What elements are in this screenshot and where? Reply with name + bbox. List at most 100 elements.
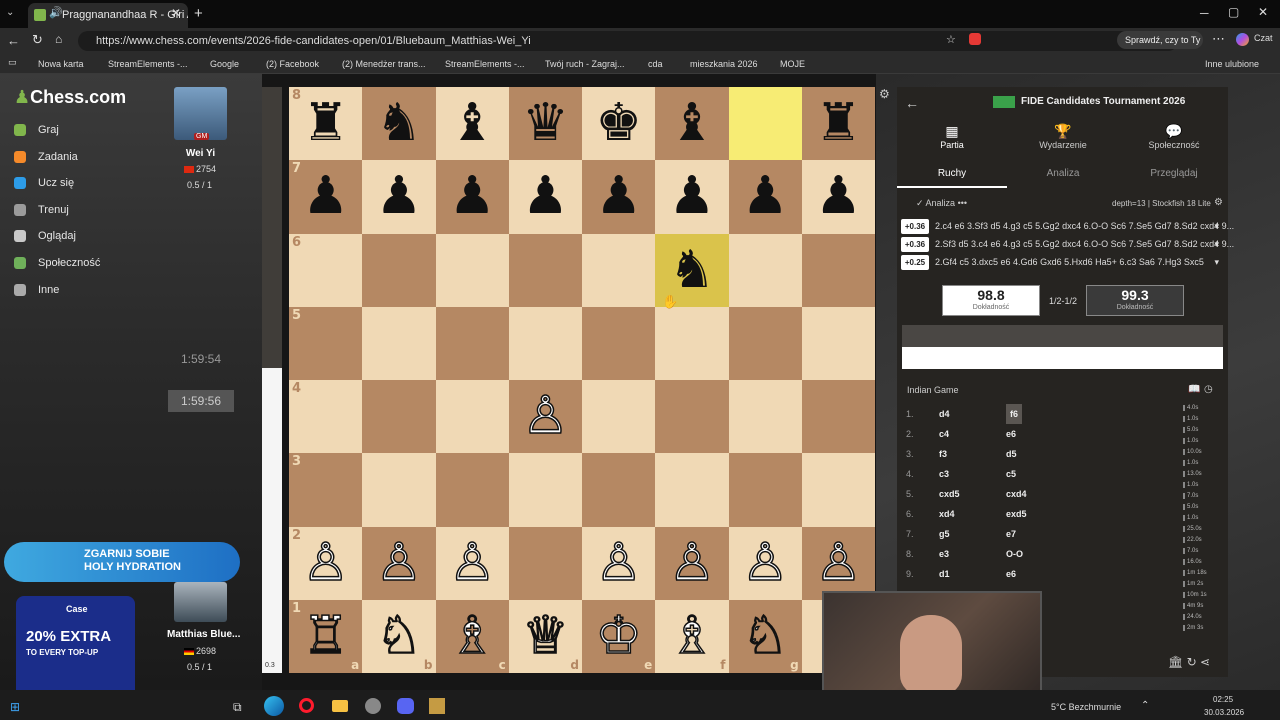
bookmark-item[interactable]: Google	[210, 56, 239, 72]
move-white[interactable]: c3	[939, 464, 949, 484]
chess-board[interactable]: ♜ 8 ♞ ♝ ♛ ♚ ♝ ♜ ♟ 7 ♟ ♟ ♟ ♟ ♟ ♟ ♟ 6 ♞ 5 4 ♙ 3 ♙ 2 ♙ ♙ ♙ ♙ ♙ ♙ ♖ 1 a ♘ b ♗ c ♕ d…	[289, 87, 875, 673]
square-g5[interactable]	[728, 306, 802, 380]
square-a3[interactable]: 3	[289, 453, 363, 527]
clock-icon[interactable]: ◷	[1204, 384, 1213, 395]
move-white[interactable]: e3	[939, 544, 949, 564]
square-e7[interactable]: ♟	[582, 160, 656, 234]
square-c8[interactable]: ♝	[435, 87, 509, 161]
tray-up-icon[interactable]: ⌃	[1141, 700, 1149, 711]
chess-piece[interactable]: ♟	[815, 166, 862, 226]
tab-list-button[interactable]: ⌄	[6, 7, 20, 21]
bookmark-item[interactable]: (2) Facebook	[266, 56, 319, 72]
square-d2[interactable]	[508, 526, 582, 600]
move-white[interactable]: g5	[939, 524, 950, 544]
bookmark-item[interactable]: Nowa karta	[38, 56, 84, 72]
expand-icon[interactable]: ▾	[1214, 255, 1219, 270]
minimize-button[interactable]: ─	[1200, 6, 1209, 20]
move-black[interactable]: e7	[1006, 524, 1016, 544]
chess-piece[interactable]: ♙	[302, 532, 350, 594]
move-white[interactable]: cxd5	[939, 484, 960, 504]
square-b4[interactable]	[362, 380, 436, 454]
opera-icon[interactable]	[299, 698, 314, 713]
bookmark-item[interactable]: mieszkania 2026	[690, 56, 758, 72]
square-h6[interactable]	[801, 233, 875, 307]
sidebar-item[interactable]: Graj	[14, 121, 59, 139]
sidebar-item[interactable]: Ucz się	[14, 174, 74, 192]
square-h3[interactable]	[801, 453, 875, 527]
square-g7[interactable]: ♟	[728, 160, 802, 234]
chess-piece[interactable]: ♙	[448, 532, 496, 594]
square-c1[interactable]: ♗ c	[435, 599, 509, 673]
chess-piece[interactable]: ♟	[595, 166, 642, 226]
square-e6[interactable]	[582, 233, 656, 307]
subtab-analiza[interactable]: Analiza	[1008, 164, 1118, 188]
reading-list-icon[interactable]: ▭	[8, 57, 17, 68]
square-b5[interactable]	[362, 306, 436, 380]
chesscom-logo[interactable]: ♟Chess.com	[14, 87, 126, 108]
square-e4[interactable]	[582, 380, 656, 454]
tab-wydarzenie[interactable]: 🏆 Wydarzenie	[1008, 123, 1118, 150]
move-white[interactable]: c4	[939, 424, 949, 444]
expand-icon[interactable]: ▾	[1214, 237, 1219, 252]
chess-piece[interactable]: ♟	[669, 166, 716, 226]
move-white[interactable]: d4	[939, 404, 950, 424]
square-f8[interactable]: ♝	[655, 87, 729, 161]
start-icon[interactable]: ⊞	[10, 700, 20, 714]
sidebar-item[interactable]: Trenuj	[14, 201, 69, 219]
clock-time[interactable]: 02:25	[1213, 695, 1233, 704]
move-black[interactable]: e6	[1006, 424, 1016, 444]
close-window-button[interactable]: ✕	[1258, 5, 1268, 19]
square-f3[interactable]	[655, 453, 729, 527]
sidebar-item[interactable]: Społeczność	[14, 254, 100, 272]
square-c7[interactable]: ♟	[435, 160, 509, 234]
square-d4[interactable]: ♙	[508, 380, 582, 454]
square-f5[interactable]	[655, 306, 729, 380]
square-f4[interactable]	[655, 380, 729, 454]
other-bookmarks[interactable]: Inne ulubione	[1205, 56, 1259, 72]
move-black[interactable]: d5	[1006, 444, 1017, 464]
subtab-ruchy[interactable]: Ruchy	[897, 164, 1007, 188]
engine-line[interactable]: +0.36 2.c4 e6 3.Sf3 d5 4.g3 c5 5.Gg2 dxc4…	[901, 219, 1234, 234]
square-h8[interactable]: ♜	[801, 87, 875, 161]
chess-piece[interactable]: ♕	[521, 605, 569, 667]
folder-icon[interactable]	[332, 700, 348, 712]
square-d1[interactable]: ♕ d	[508, 599, 582, 673]
square-f1[interactable]: ♗ f	[655, 599, 729, 673]
profile-button[interactable]: Sprawdź, czy to Ty	[1117, 31, 1203, 49]
engine-line[interactable]: +0.36 2.Sf3 d5 3.c4 e6 4.g3 c5 5.Gg2 dxc4…	[901, 237, 1234, 252]
square-c3[interactable]	[435, 453, 509, 527]
square-a1[interactable]: ♖ 1 a	[289, 599, 363, 673]
tab-spolecznosc[interactable]: 💬 Społeczność	[1119, 123, 1229, 150]
share-icon[interactable]: ⋖	[1200, 655, 1210, 669]
sidebar-item[interactable]: Inne	[14, 281, 59, 299]
bookmark-item[interactable]: cda	[648, 56, 663, 72]
home-icon[interactable]: ⌂	[55, 32, 62, 46]
bookmark-item[interactable]: (2) Menedżer trans...	[342, 56, 426, 72]
chess-piece[interactable]: ♙	[741, 532, 789, 594]
chess-piece[interactable]: ♙	[814, 532, 862, 594]
bookmark-item[interactable]: StreamElements -...	[108, 56, 188, 72]
sidebar-item[interactable]: Oglądaj	[14, 227, 76, 245]
square-b6[interactable]	[362, 233, 436, 307]
tab-partia[interactable]: ▦ Partia	[897, 123, 1007, 150]
square-e1[interactable]: ♔ e	[582, 599, 656, 673]
engine-line[interactable]: +0.25 2.Gf4 c5 3.dxc5 e6 4.Gd6 Gxd6 5.Hxd…	[901, 255, 1223, 270]
chess-piece[interactable]: ♟	[449, 166, 496, 226]
square-a6[interactable]: 6	[289, 233, 363, 307]
square-b7[interactable]: ♟	[362, 160, 436, 234]
square-g8[interactable]	[728, 87, 802, 161]
move-white[interactable]: d1	[939, 564, 950, 584]
audio-icon[interactable]: 🔊	[49, 6, 63, 19]
more-icon[interactable]: ⋯	[1212, 31, 1225, 47]
move-black[interactable]: exd5	[1006, 504, 1027, 524]
move-black[interactable]: f6	[1006, 404, 1023, 424]
square-h2[interactable]: ♙	[801, 526, 875, 600]
move-white[interactable]: f3	[939, 444, 947, 464]
engine-settings-icon[interactable]: ⚙	[1214, 197, 1223, 208]
adblock-icon[interactable]	[969, 33, 981, 45]
chess-piece[interactable]: ♖	[302, 605, 350, 667]
square-g2[interactable]: ♙	[728, 526, 802, 600]
more-dots-icon[interactable]: •••	[958, 198, 967, 208]
chess-piece[interactable]: ♝	[669, 93, 716, 153]
book-icon[interactable]: 📖	[1188, 384, 1200, 395]
